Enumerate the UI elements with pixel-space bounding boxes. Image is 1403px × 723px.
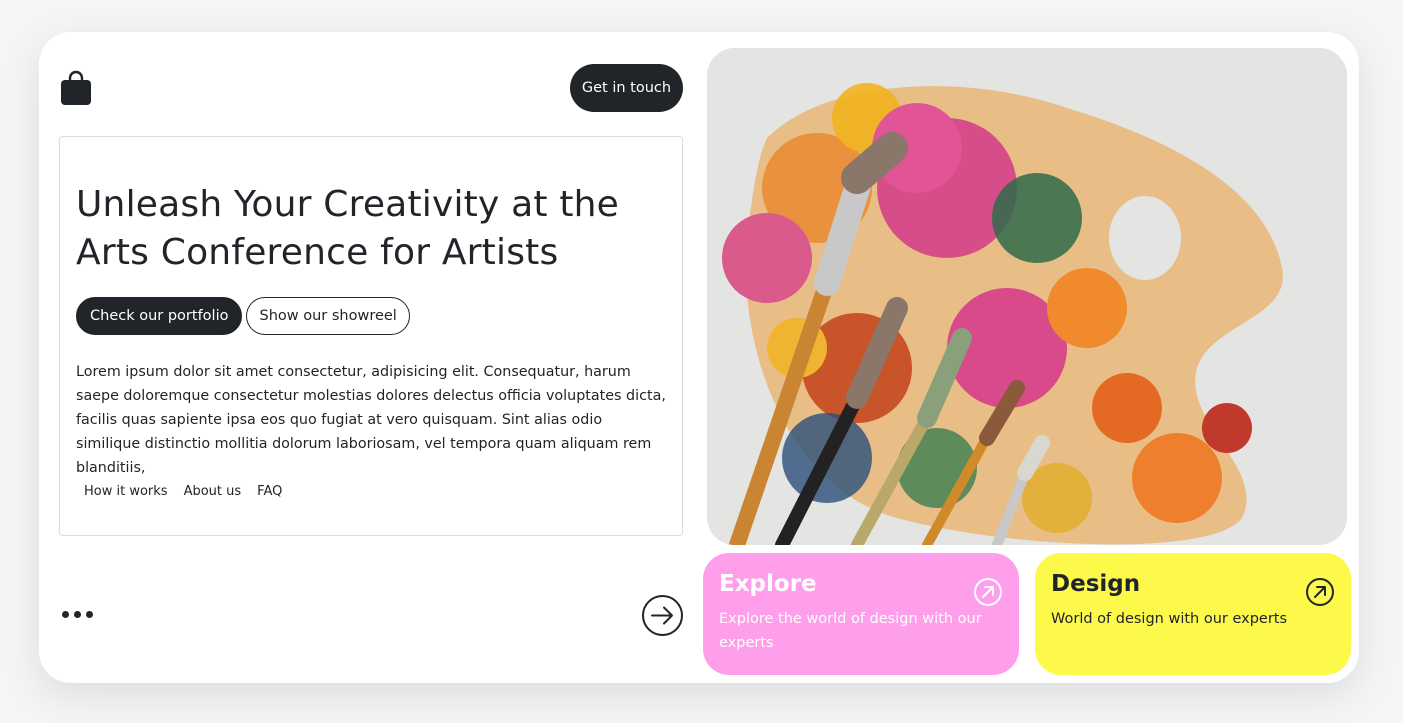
explore-text: Explore the world of design with our exp… <box>719 611 982 651</box>
design-card[interactable]: Design World of design with our experts <box>1035 553 1351 675</box>
palette-illustration <box>707 48 1347 545</box>
design-text: World of design with our experts <box>1051 611 1288 627</box>
explore-card[interactable]: Explore Explore the world of design with… <box>703 553 1019 675</box>
showreel-button[interactable]: Show our showreel <box>246 297 410 335</box>
hero-description: Lorem ipsum dolor sit amet consectetur, … <box>76 364 666 476</box>
get-in-touch-button[interactable]: Get in touch <box>570 64 683 112</box>
dot <box>62 611 69 618</box>
portfolio-button[interactable]: Check our portfolio <box>76 297 243 335</box>
hero-panel: Unleash Your Creativity at the Arts Conf… <box>59 136 683 536</box>
shopping-bag-icon[interactable] <box>60 70 92 106</box>
hero-title: Unleash Your Creativity at the Arts Conf… <box>76 184 620 273</box>
arrow-up-right-circle-icon[interactable] <box>1305 577 1335 607</box>
arrow-right-circle-icon[interactable] <box>641 594 684 637</box>
arrow-up-right-circle-icon[interactable] <box>973 577 1003 607</box>
more-dots-icon[interactable] <box>62 611 93 618</box>
palette-photo <box>707 48 1347 545</box>
link-faq[interactable]: FAQ <box>249 483 290 501</box>
explore-title: Explore <box>719 571 817 597</box>
link-how-it-works[interactable]: How it works <box>76 483 176 501</box>
dot <box>86 611 93 618</box>
hero-links: How it works About us FAQ <box>76 483 290 501</box>
hero-actions: Check our portfolio Show our showreel <box>76 297 410 335</box>
design-title: Design <box>1051 571 1141 597</box>
dot <box>74 611 81 618</box>
link-about-us[interactable]: About us <box>176 483 250 501</box>
